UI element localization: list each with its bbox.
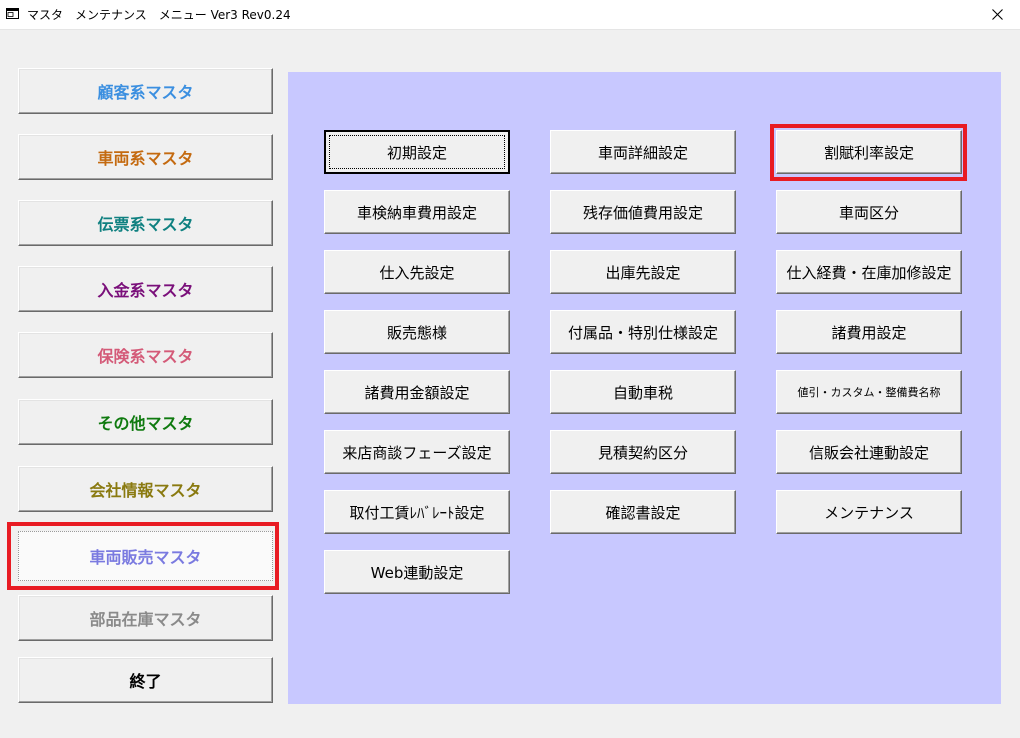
settings-panel: 初期設定 車両詳細設定 割賦利率設定車検納車費用設定 残存価値費用設定 車両区分仕入先設…: [288, 72, 1001, 704]
left-menu-vehicle-sales-button[interactable]: 車両販売マスタ: [18, 531, 273, 581]
setting-button-r4-c2[interactable]: 付属品・特別仕様設定: [550, 310, 736, 354]
setting-button-r4-c3[interactable]: 諸費用設定: [776, 310, 962, 354]
setting-button-r2-c1[interactable]: 車検納車費用設定: [324, 190, 510, 234]
setting-button-r2-c3[interactable]: 車両区分: [776, 190, 962, 234]
setting-button-label: 初期設定: [386, 143, 447, 162]
setting-button-r5-c2[interactable]: 自動車税: [550, 370, 736, 414]
setting-button-r1-c1[interactable]: 初期設定: [324, 130, 510, 174]
app-window-icon: [6, 8, 19, 19]
left-menu-other-button[interactable]: その他マスタ: [18, 399, 273, 445]
setting-button-r5-c1[interactable]: 諸費用金額設定: [324, 370, 510, 414]
setting-button-r7-c2[interactable]: 確認書設定: [550, 490, 736, 534]
setting-button-r6-c2[interactable]: 見積契約区分: [550, 430, 736, 474]
left-menu-vehicle-button[interactable]: 車両系マスタ: [18, 134, 273, 180]
setting-button-r7-c3[interactable]: メンテナンス: [776, 490, 962, 534]
left-menu-customer-button[interactable]: 顧客系マスタ: [18, 68, 273, 114]
setting-button-r1-c3[interactable]: 割賦利率設定: [776, 130, 962, 174]
left-menu-exit-button[interactable]: 終了: [18, 657, 273, 703]
left-menu-company-button[interactable]: 会社情報マスタ: [18, 466, 273, 512]
setting-button-r6-c3[interactable]: 信販会社連動設定: [776, 430, 962, 474]
setting-button-r2-c2[interactable]: 残存価値費用設定: [550, 190, 736, 234]
setting-button-r7-c1[interactable]: 取付工賃ﾚﾊﾞﾚｰﾄ設定: [324, 490, 510, 534]
left-menu-parts-stock-button[interactable]: 部品在庫マスタ: [18, 595, 273, 641]
setting-button-r8-c1[interactable]: Web連動設定: [324, 550, 510, 594]
setting-button-r3-c2[interactable]: 出庫先設定: [550, 250, 736, 294]
close-button[interactable]: [974, 0, 1020, 29]
window-title: マスタ メンテナンス メニュー Ver3 Rev0.24: [27, 8, 291, 22]
left-menu-payment-button[interactable]: 入金系マスタ: [18, 266, 273, 312]
setting-button-r4-c1[interactable]: 販売態様: [324, 310, 510, 354]
setting-button-r1-c2[interactable]: 車両詳細設定: [550, 130, 736, 174]
setting-button-r3-c3[interactable]: 仕入経費・在庫加修設定: [776, 250, 962, 294]
left-menu-insurance-button[interactable]: 保険系マスタ: [18, 332, 273, 378]
close-icon: [991, 9, 1003, 20]
setting-button-r3-c1[interactable]: 仕入先設定: [324, 250, 510, 294]
left-menu-voucher-button[interactable]: 伝票系マスタ: [18, 200, 273, 246]
setting-button-r6-c1[interactable]: 来店商談フェーズ設定: [324, 430, 510, 474]
setting-button-r5-c3[interactable]: 値引・カスタム・整備費名称: [776, 370, 962, 414]
title-bar: マスタ メンテナンス メニュー Ver3 Rev0.24: [0, 0, 1020, 30]
